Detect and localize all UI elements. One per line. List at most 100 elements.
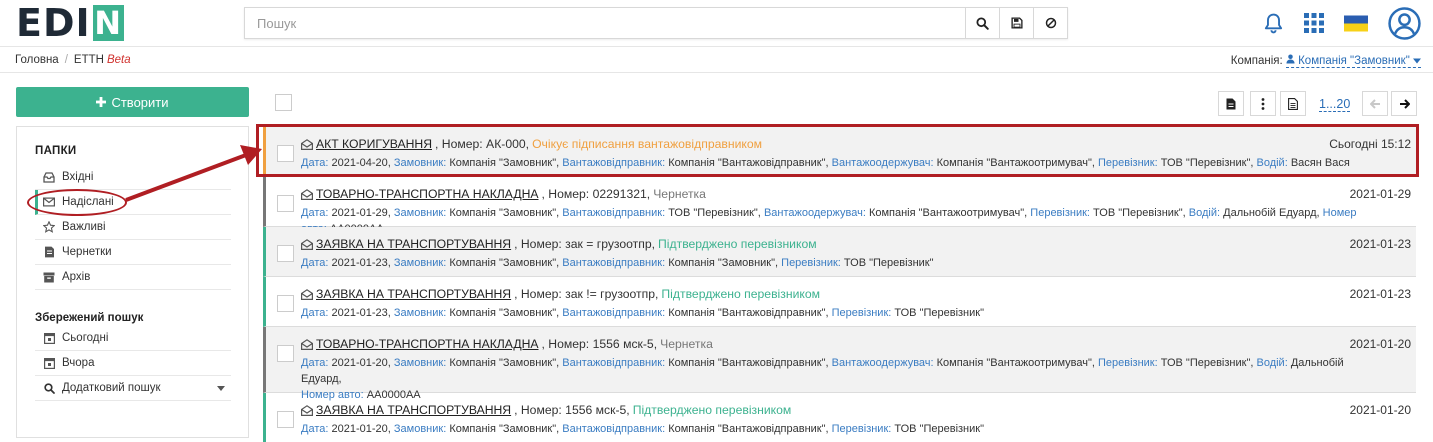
caret-down-icon (1413, 58, 1421, 64)
breadcrumb-section: ЕТТН (73, 54, 104, 66)
breadcrumb: Головна / ЕТТН Beta (15, 54, 131, 66)
language-button[interactable] (1344, 15, 1368, 32)
sidebar-item-label: Надіслані (62, 196, 114, 208)
document-date: 2021-01-20 (1349, 403, 1411, 417)
apps-grid-icon (1304, 13, 1324, 33)
notifications-button[interactable] (1263, 12, 1284, 35)
row-checkbox[interactable] (277, 295, 294, 312)
document-status: Підтверджено перевізником (632, 403, 792, 417)
document-status: Підтверджено перевізником (661, 287, 821, 301)
envelope-open-icon (301, 188, 313, 200)
sidebar-item-archive[interactable]: Архів (35, 265, 231, 290)
sidebar-item-inbox[interactable]: Вхідні (35, 165, 231, 190)
document-date: 2021-01-20 (1349, 337, 1411, 351)
company-dropdown[interactable]: Компанія "Замовник" (1285, 54, 1421, 68)
table-row[interactable]: ЗАЯВКА НА ТРАНСПОРТУВАННЯ , Номер: зак =… (263, 227, 1416, 277)
next-page-button[interactable] (1391, 91, 1417, 116)
row-checkbox[interactable] (277, 345, 294, 362)
beta-badge: Beta (106, 54, 131, 66)
row-checkbox[interactable] (277, 411, 294, 428)
clear-icon (1045, 17, 1056, 29)
row-checkbox[interactable] (277, 245, 294, 262)
document-status: Чернетка (660, 337, 713, 351)
document-title[interactable]: ЗАЯВКА НА ТРАНСПОРТУВАННЯ (316, 237, 511, 251)
document-date: 2021-01-23 (1349, 287, 1411, 301)
logo-letter: N (92, 4, 124, 42)
envelope-open-icon (301, 138, 313, 150)
sidebar-item-drafts[interactable]: Чернетки (35, 240, 231, 265)
sidebar-item-label: Чернетки (62, 246, 112, 258)
sidebar-item-label: Важливі (62, 221, 106, 233)
saved-search-heading: Збережений пошук (35, 312, 144, 324)
user-menu-button[interactable] (1388, 6, 1421, 40)
document-details: Дата: 2021-01-20, Замовник: Компанія "За… (301, 423, 984, 435)
document-number: , Номер: 02291321, (541, 187, 651, 201)
breadcrumb-home[interactable]: Головна (15, 54, 59, 66)
header-actions (1263, 6, 1421, 40)
prev-arrow-icon (1369, 98, 1380, 109)
document-number: , Номер: зак = грузоотпр, (514, 237, 656, 251)
sidebar-item-advanced-search[interactable]: Додатковий пошук (35, 376, 231, 401)
search-icon (43, 382, 55, 394)
export-button[interactable] (1218, 91, 1244, 116)
sidebar-panel: Папки Вхідні Надіслані Важливі Чернетки … (16, 126, 249, 438)
table-row[interactable]: ТОВАРНО-ТРАНСПОРТНА НАКЛАДНА , Номер: 15… (263, 327, 1416, 401)
ukraine-flag-icon (1344, 15, 1368, 31)
edin-logo[interactable]: EDI N (16, 1, 124, 45)
document-details: Дата: 2021-04-20, Замовник: Компанія "За… (301, 157, 1350, 169)
document-details: Дата: 2021-01-23, Замовник: Компанія "За… (301, 257, 934, 269)
prev-page-button[interactable] (1362, 91, 1388, 116)
document-date: 2021-01-29 (1349, 187, 1411, 201)
calendar-icon (43, 357, 55, 369)
save-search-button[interactable] (999, 8, 1033, 38)
caret-down-icon (217, 382, 225, 394)
company-selector: Компанія: Компанія "Замовник" (1231, 54, 1421, 68)
document-title[interactable]: ТОВАРНО-ТРАНСПОРТНА НАКЛАДНА (316, 337, 539, 351)
sidebar-item-sent[interactable]: Надіслані (35, 190, 231, 215)
select-all-checkbox[interactable] (275, 94, 292, 111)
envelope-open-icon (301, 288, 313, 300)
envelope-open-icon (301, 238, 313, 250)
document-number: , Номер: 1556 мск-5, (541, 337, 658, 351)
create-button-label: Створити (111, 94, 169, 110)
clear-search-button[interactable] (1033, 8, 1067, 38)
pagination-range[interactable]: 1...20 (1319, 97, 1351, 112)
document-number: , Номер: зак != грузоотпр, (514, 287, 659, 301)
table-row[interactable]: ТОВАРНО-ТРАНСПОРТНА НАКЛАДНА , Номер: 02… (263, 177, 1416, 235)
sidebar-item-today[interactable]: Сьогодні (35, 326, 231, 351)
row-checkbox[interactable] (277, 145, 294, 162)
document-title[interactable]: АКТ КОРИГУВАННЯ (316, 137, 432, 151)
table-row[interactable]: ЗАЯВКА НА ТРАНСПОРТУВАННЯ , Номер: 1556 … (263, 393, 1416, 442)
document-date: 2021-01-23 (1349, 237, 1411, 251)
table-row[interactable]: АКТ КОРИГУВАННЯ , Номер: АК-000, Очікує … (263, 127, 1416, 177)
row-checkbox[interactable] (277, 195, 294, 212)
create-button[interactable]: Створити (16, 87, 249, 117)
apps-button[interactable] (1304, 13, 1324, 33)
document-title[interactable]: ТОВАРНО-ТРАНСПОРТНА НАКЛАДНА (316, 187, 539, 201)
search-input[interactable] (245, 8, 965, 38)
table-row[interactable]: ЗАЯВКА НА ТРАНСПОРТУВАННЯ , Номер: зак !… (263, 277, 1416, 327)
sidebar-item-label: Сьогодні (62, 332, 109, 344)
sidebar-item-label: Додатковий пошук (62, 382, 161, 394)
folders-heading: Папки (35, 145, 77, 157)
document-status: Чернетка (653, 187, 706, 201)
more-actions-button[interactable] (1250, 91, 1276, 116)
envelope-open-icon (301, 404, 313, 416)
envelope-icon (43, 196, 55, 208)
document-status: Очікує підписання вантажовідправником (532, 137, 763, 151)
sidebar-item-yesterday[interactable]: Вчора (35, 351, 231, 376)
search-button[interactable] (965, 8, 999, 38)
user-icon (1286, 54, 1295, 64)
document-details: Дата: 2021-01-23, Замовник: Компанія "За… (301, 307, 984, 319)
sidebar-item-label: Архів (62, 271, 91, 283)
save-icon (1010, 17, 1023, 29)
document-title[interactable]: ЗАЯВКА НА ТРАНСПОРТУВАННЯ (316, 287, 511, 301)
document-title[interactable]: ЗАЯВКА НА ТРАНСПОРТУВАННЯ (316, 403, 511, 417)
print-list-button[interactable] (1280, 91, 1306, 116)
next-arrow-icon (1399, 98, 1410, 109)
search-icon (976, 16, 989, 30)
sidebar-item-label: Вчора (62, 357, 95, 369)
sidebar-item-important[interactable]: Важливі (35, 215, 231, 240)
user-avatar-icon (1388, 6, 1421, 40)
logo-text: EDI (16, 1, 91, 45)
